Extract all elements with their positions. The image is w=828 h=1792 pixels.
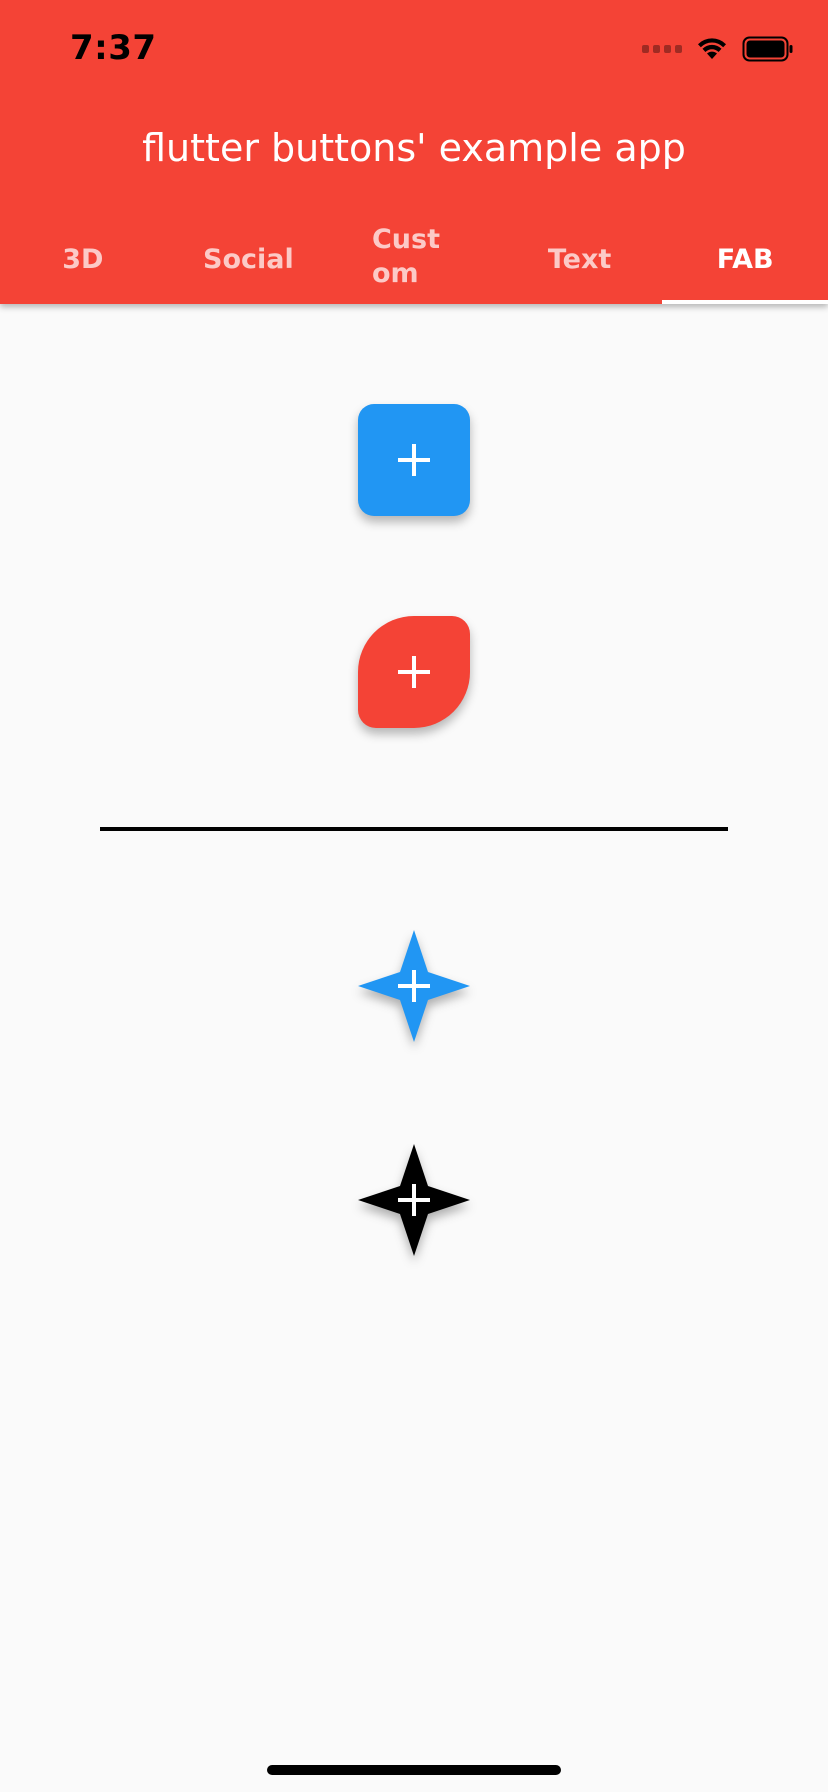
divider <box>100 827 728 831</box>
plus-icon <box>398 656 430 688</box>
wifi-icon <box>698 38 726 59</box>
tab-label: FAB <box>716 243 774 275</box>
tab-3d[interactable]: 3D <box>0 214 166 304</box>
tab-label: Text <box>547 243 612 275</box>
leaf-fab-button[interactable] <box>358 616 470 728</box>
fab-content-area <box>0 304 828 1792</box>
tab-text[interactable]: Text <box>497 214 663 304</box>
app-title: flutter buttons' example app <box>142 126 686 170</box>
tab-label: Custom <box>371 224 440 289</box>
square-fab-button[interactable] <box>358 404 470 516</box>
tab-label: Social <box>203 243 294 275</box>
plus-icon <box>398 970 430 1002</box>
plus-icon <box>398 1184 430 1216</box>
plus-icon <box>398 444 430 476</box>
star-fab-button-blue[interactable] <box>358 930 470 1042</box>
tab-social[interactable]: Social <box>166 214 332 304</box>
home-indicator <box>267 1765 561 1775</box>
app-bar: 7:37 flutter buttons' example app 3D Soc… <box>0 0 828 304</box>
star-fab-button-black[interactable] <box>358 1144 470 1256</box>
tab-fab[interactable]: FAB <box>662 214 828 304</box>
tab-label: 3D <box>62 243 104 275</box>
status-icons <box>642 36 794 62</box>
cellular-signal-icon <box>642 45 682 53</box>
tab-bar: 3D Social Custom Text FAB <box>0 214 828 304</box>
tab-custom[interactable]: Custom <box>331 214 497 304</box>
status-time: 7:37 <box>70 28 157 68</box>
battery-icon <box>742 36 793 62</box>
